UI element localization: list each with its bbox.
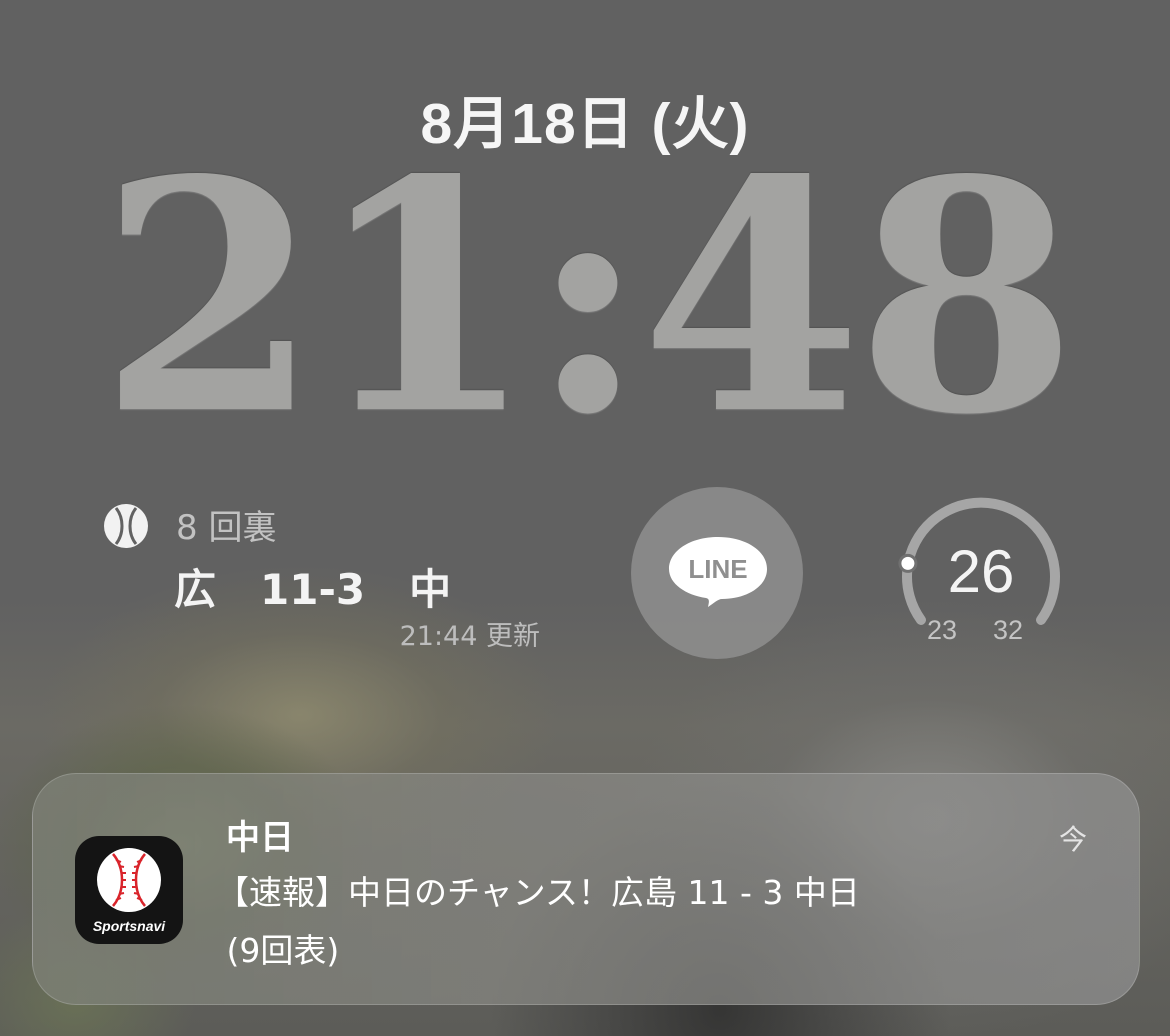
temperature-widget[interactable]: 26 23 32 <box>893 487 1069 663</box>
notification-body-line: (9回表) <box>216 931 340 970</box>
notification-time: 今 <box>1058 823 1087 856</box>
baseball-score-widget[interactable]: 8 回裏 広 11-3 中 21:44 更新 <box>100 498 560 658</box>
baseball-icon <box>104 504 148 548</box>
lock-screen-clock[interactable]: 21:48 <box>0 138 1170 456</box>
current-temperature: 26 <box>947 538 1015 605</box>
away-team: 中 <box>409 565 452 614</box>
app-icon-label: Sportsnavi <box>92 918 166 934</box>
inning-label: 8 回裏 <box>176 508 277 548</box>
home-team: 広 <box>174 565 217 614</box>
game-score: 11-3 <box>260 565 366 614</box>
sportsnavi-app-icon: Sportsnavi <box>75 836 183 944</box>
line-app-icon: LINE <box>669 537 767 607</box>
notification-body-line: 【速報】中日のチャンス！広島 11 - 3 中日 <box>216 873 860 912</box>
line-widget[interactable]: LINE <box>631 487 803 659</box>
notification-body: 【速報】中日のチャンス！広島 11 - 3 中日 (9回表) <box>216 864 1076 980</box>
baseball-icon <box>97 848 161 912</box>
score-line: 広 11-3 中 <box>174 556 451 617</box>
high-temperature: 32 <box>993 615 1024 645</box>
updated-time: 21:44 更新 <box>399 621 540 652</box>
notification-title: 中日 <box>226 818 294 858</box>
sportsnavi-notification[interactable]: Sportsnavi 中日 今 【速報】中日のチャンス！広島 11 - 3 中日… <box>32 773 1140 1005</box>
line-label: LINE <box>688 554 747 584</box>
low-temperature: 23 <box>927 615 958 645</box>
